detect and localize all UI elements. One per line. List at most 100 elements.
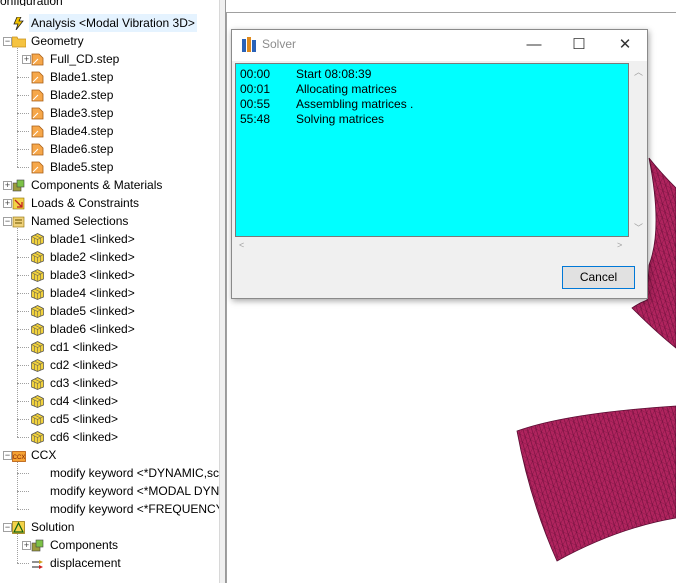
- collapse-icon[interactable]: −: [3, 523, 12, 532]
- tree-connector: [17, 563, 29, 564]
- tree-item-label: modify keyword <*MODAL DYN: [50, 484, 220, 498]
- analysis-lightning-icon: [12, 16, 25, 31]
- tree-item-label: cd5 <linked>: [50, 412, 119, 426]
- tree-item-label: Solution: [31, 520, 75, 534]
- part-icon: [31, 89, 44, 102]
- tree-item-label: Blade3.step: [50, 106, 114, 120]
- cube-icon: [31, 251, 44, 264]
- solver-app-icon: [242, 37, 256, 52]
- tree-connector: [17, 473, 29, 474]
- named-selection-icon: [12, 215, 25, 228]
- dialog-titlebar[interactable]: Solver — ☐ ✕: [232, 30, 647, 61]
- collapse-icon[interactable]: −: [3, 37, 12, 46]
- tree-connector: [17, 460, 18, 509]
- part-icon: [31, 53, 44, 66]
- cube-icon: [31, 395, 44, 408]
- expand-icon[interactable]: +: [22, 55, 31, 64]
- log-time: 00:01: [240, 82, 271, 96]
- tree-item-label: blade2 <linked>: [50, 250, 135, 264]
- ccx-icon: CCX: [12, 449, 26, 462]
- scroll-up-icon[interactable]: ︿: [634, 65, 643, 78]
- expand-icon[interactable]: +: [3, 181, 12, 190]
- tree-item-label: Blade4.step: [50, 124, 114, 138]
- solver-log[interactable]: 00:00 Start 08:08:39 00:01 Allocating matri…: [235, 63, 629, 237]
- configuration-tab[interactable]: onfiguration: [0, 0, 67, 6]
- tree-connector: [17, 293, 29, 294]
- tree-connector: [17, 95, 29, 96]
- tree-item-label: Analysis <Modal Vibration 3D>: [29, 14, 197, 32]
- tree-connector: [17, 532, 18, 563]
- cancel-button[interactable]: Cancel: [562, 266, 635, 289]
- tree-connector: [17, 437, 29, 438]
- expand-icon[interactable]: +: [22, 541, 31, 550]
- close-button[interactable]: ✕: [602, 30, 648, 60]
- cube-icon: [31, 287, 44, 300]
- tree-item-label: cd2 <linked>: [50, 358, 119, 372]
- collapse-icon[interactable]: −: [3, 217, 12, 226]
- folder-icon: [11, 35, 27, 48]
- model-tree-panel[interactable]: onfiguration Analysis <Modal Vibration 3…: [0, 0, 220, 583]
- scroll-right-icon[interactable]: >: [617, 240, 622, 250]
- log-time: 00:00: [240, 67, 271, 81]
- tree-connector: [17, 275, 29, 276]
- part-icon: [31, 161, 44, 174]
- tree-connector: [17, 509, 29, 510]
- cube-icon: [31, 233, 44, 246]
- tree-item-label: CCX: [31, 448, 57, 462]
- tree-item-label: Loads & Constraints: [31, 196, 140, 210]
- tree-connector: [17, 226, 18, 437]
- cube-icon: [31, 431, 44, 444]
- tree-connector: [17, 419, 29, 420]
- part-icon: [31, 71, 44, 84]
- tree-item-label: Full_CD.step: [50, 52, 120, 66]
- tree-item-label: Blade5.step: [50, 160, 114, 174]
- tree-item-label: blade5 <linked>: [50, 304, 135, 318]
- solution-icon: [12, 521, 25, 534]
- vertical-scrollbar[interactable]: ︿ ﹀: [629, 63, 646, 237]
- cube-icon: [31, 413, 44, 426]
- horizontal-scrollbar[interactable]: < >: [235, 237, 629, 254]
- scroll-down-icon[interactable]: ﹀: [634, 221, 643, 234]
- solver-dialog: Solver — ☐ ✕ 00:00 Start 08:08:39 00:01 All…: [231, 29, 648, 299]
- part-icon: [31, 107, 44, 120]
- cube-icon: [31, 377, 44, 390]
- minimize-button[interactable]: —: [511, 30, 557, 60]
- tree-item-label: cd3 <linked>: [50, 376, 119, 390]
- components-icon: [31, 539, 44, 552]
- tree-item-label: Blade1.step: [50, 70, 114, 84]
- tree-connector: [17, 167, 29, 168]
- log-message: Start 08:08:39: [296, 67, 372, 81]
- tree-connector: [17, 491, 29, 492]
- panel-splitter[interactable]: [219, 0, 226, 583]
- tree-connector: [17, 77, 29, 78]
- log-message: Assembling matrices .: [296, 97, 414, 111]
- components-icon: [12, 179, 25, 192]
- tree-item-label: Components & Materials: [31, 178, 163, 192]
- collapse-icon[interactable]: −: [3, 451, 12, 460]
- displacement-icon: [31, 557, 44, 570]
- expand-icon[interactable]: +: [3, 199, 12, 208]
- tree-item-label: modify keyword <*DYNAMIC,sc: [50, 466, 220, 480]
- tree-connector: [17, 239, 29, 240]
- tree-connector: [17, 46, 18, 167]
- tree-connector: [17, 347, 29, 348]
- cube-icon: [31, 341, 44, 354]
- tree-connector: [17, 131, 29, 132]
- tree-connector: [17, 383, 29, 384]
- tree-connector: [17, 329, 29, 330]
- tree-connector: [17, 257, 29, 258]
- scroll-left-icon[interactable]: <: [239, 240, 244, 250]
- log-message: Solving matrices: [296, 112, 385, 126]
- maximize-button[interactable]: ☐: [556, 30, 602, 60]
- loads-icon: [12, 197, 25, 210]
- tree-item-label: blade3 <linked>: [50, 268, 135, 282]
- part-icon: [31, 125, 44, 138]
- log-time: 00:55: [240, 97, 271, 111]
- cube-icon: [31, 359, 44, 372]
- tree-item-label: Components: [50, 538, 119, 552]
- tree-item-label: blade6 <linked>: [50, 322, 135, 336]
- tree-item-label: blade4 <linked>: [50, 286, 135, 300]
- tree-connector: [17, 365, 29, 366]
- log-message: Allocating matrices: [296, 82, 397, 96]
- tree-item-label: displacement: [50, 556, 121, 570]
